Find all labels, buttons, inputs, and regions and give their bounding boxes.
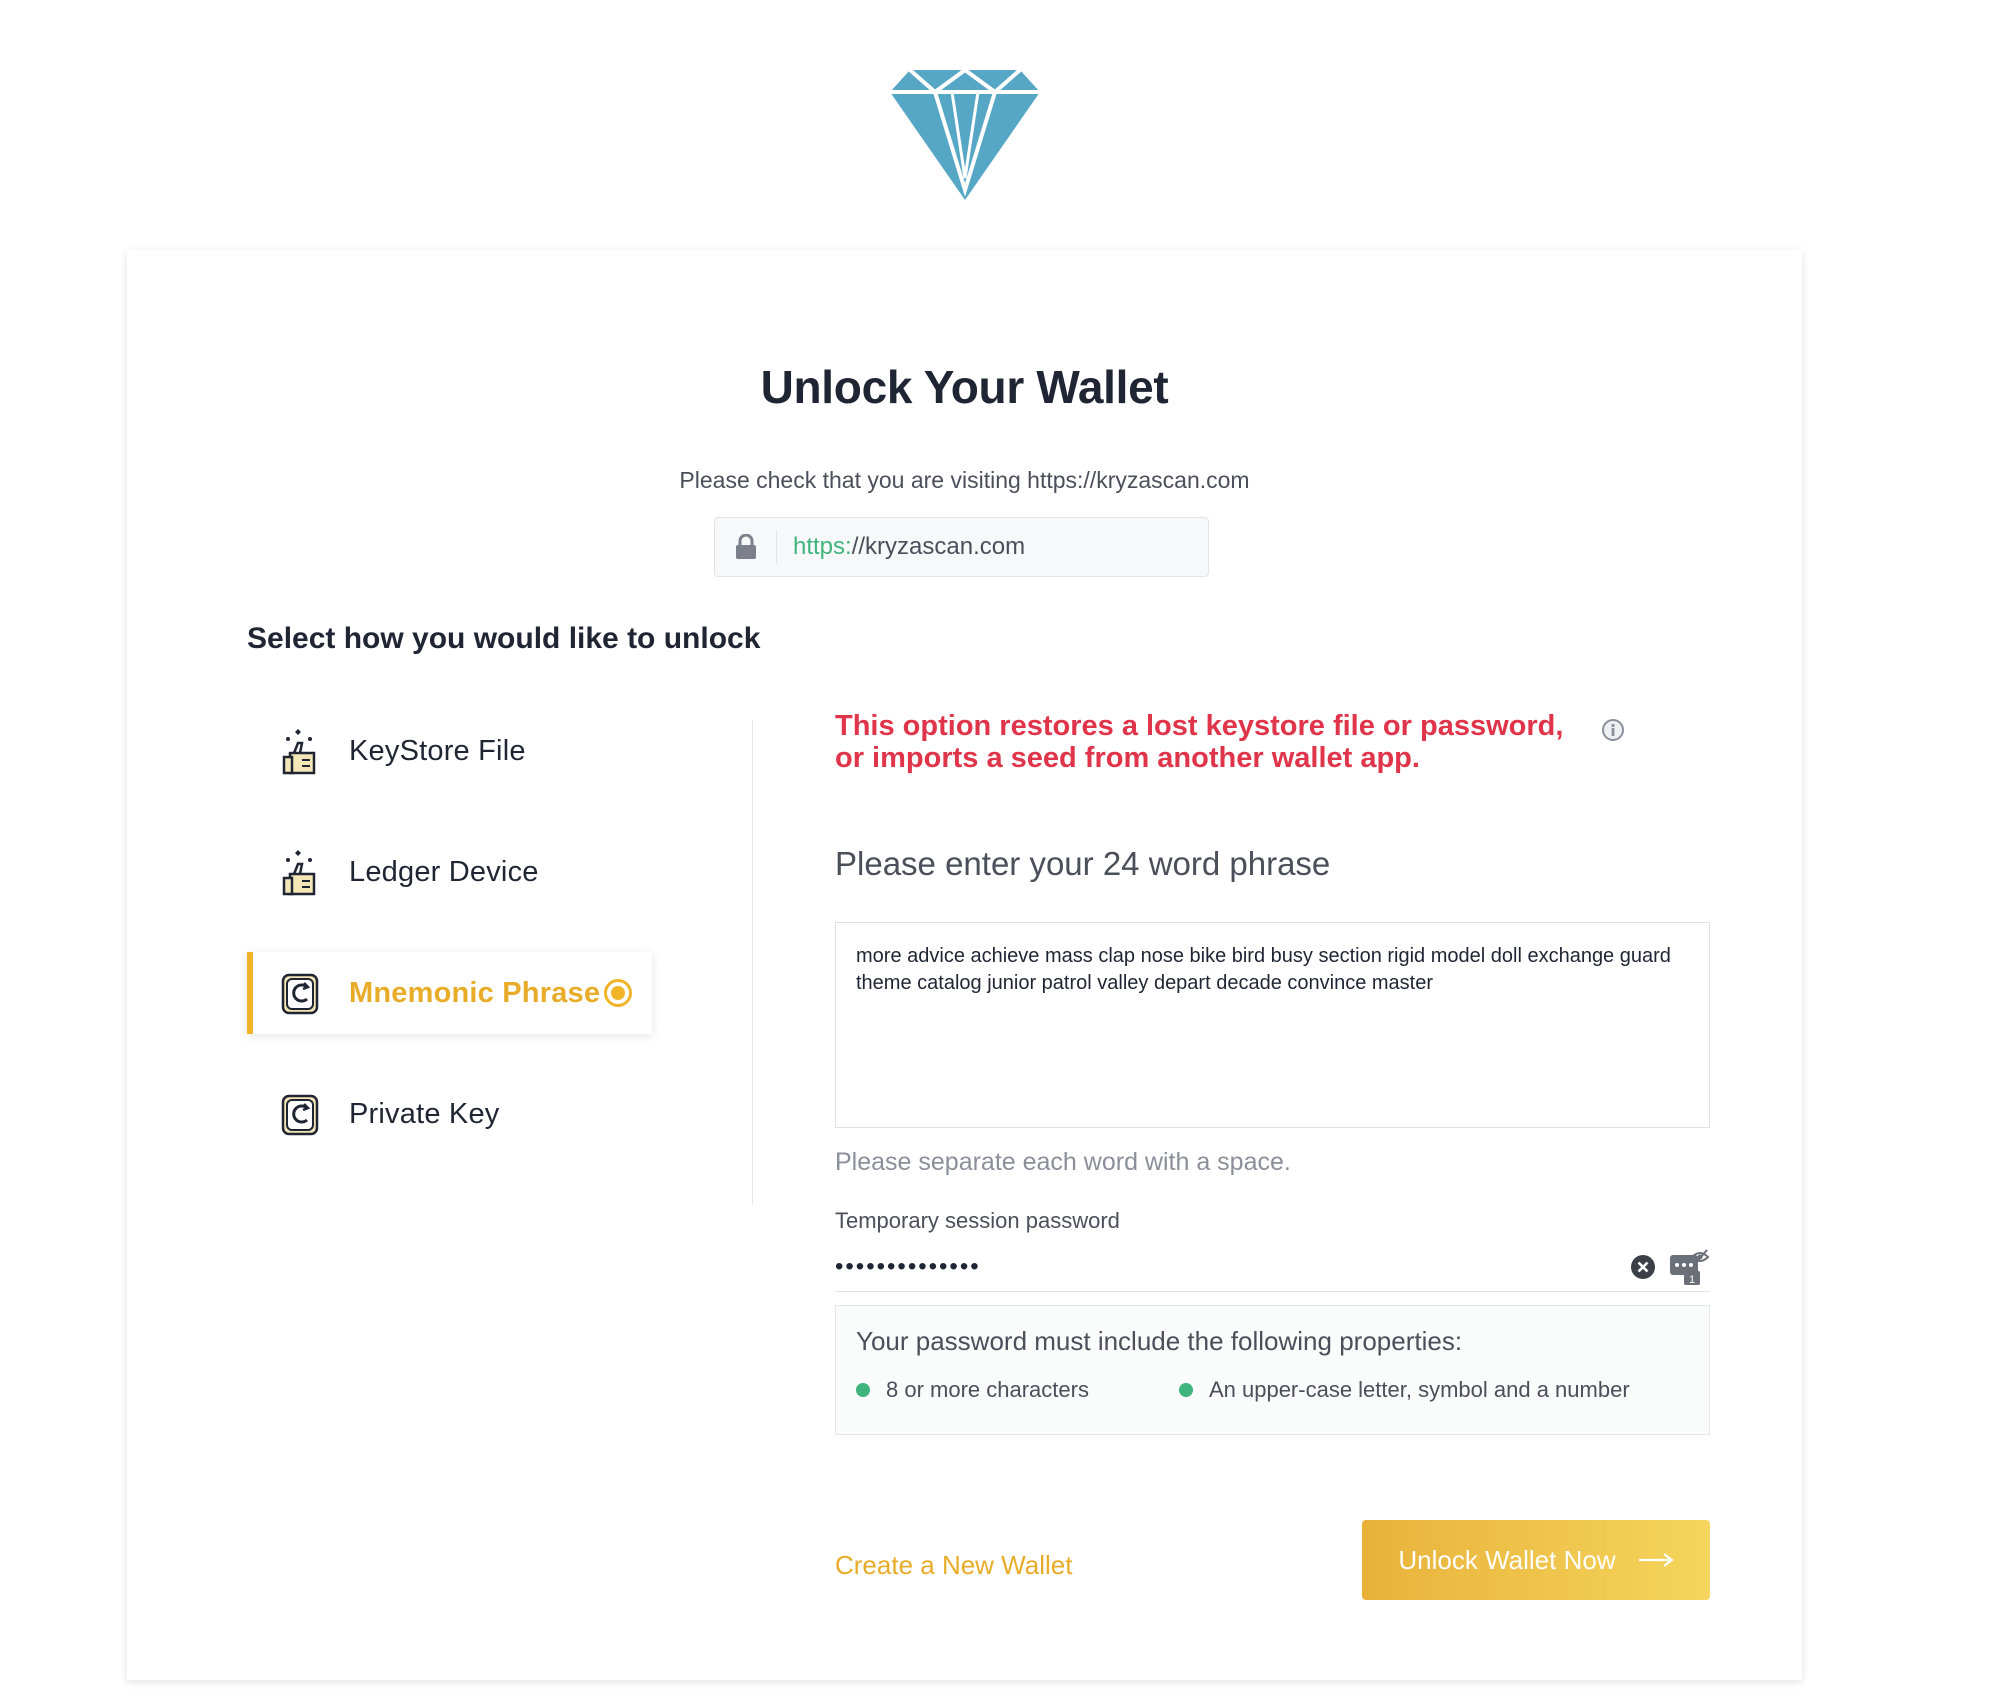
requirement-text: 8 or more characters [886,1377,1089,1402]
option-keystore-file[interactable]: KeyStore File [247,710,652,792]
session-password-input[interactable] [835,1246,1630,1287]
mnemonic-icon [280,971,320,1015]
option-mnemonic-phrase[interactable]: Mnemonic Phrase [247,952,652,1034]
page-title: Unlock Your Wallet [760,361,1169,413]
option-private-key[interactable]: Private Key [247,1073,652,1155]
svg-text:1: 1 [1689,1274,1695,1286]
select-method-label: Select how you would like to unlock [247,622,761,655]
option-label: KeyStore File [349,734,526,767]
unlock-options: KeyStore File Ledger Device Mnemonic Phr… [247,710,652,1194]
mnemonic-panel: This option restores a lost keystore fil… [835,710,1710,1600]
url-text: https://kryzascan.com [777,533,1025,561]
create-wallet-link[interactable]: Create a New Wallet [835,1550,1072,1581]
visit-note: Please check that you are visiting https… [679,467,1250,493]
warning-line-2: or imports a seed from another wallet ap… [835,742,1420,774]
check-dot-icon [1178,1383,1193,1397]
url-host: //kryzascan.com [851,533,1026,560]
warning-line-1: This option restores a lost keystore fil… [835,710,1564,742]
phrase-hint: Please separate each word with a space. [835,1148,1291,1176]
requirements-list: 8 or more characters An upper-case lette… [856,1377,1689,1403]
url-display: https://kryzascan.com [714,517,1209,577]
url-scheme: https: [793,533,852,560]
unlock-wallet-button[interactable]: Unlock Wallet Now [1362,1520,1710,1600]
unlock-card: Unlock Your Wallet Please check that you… [127,250,1802,1680]
password-label: Temporary session password [835,1208,1120,1233]
option-label: Private Key [349,1097,500,1130]
selected-radio-icon [604,979,632,1007]
option-label: Ledger Device [349,855,539,888]
requirements-title: Your password must include the following… [856,1326,1463,1356]
password-requirements: Your password must include the following… [835,1305,1710,1435]
phrase-label: Please enter your 24 word phrase [835,845,1331,882]
check-dot-icon [856,1383,870,1397]
lock-icon [715,530,777,564]
requirement-item: An upper-case letter, symbol and a numbe… [1178,1377,1630,1403]
arrow-right-icon [1638,1553,1674,1567]
info-icon[interactable] [1601,718,1625,742]
password-row: 1 [835,1242,1710,1292]
option-label: Mnemonic Phrase [349,976,601,1009]
mnemonic-phrase-input[interactable]: more advice achieve mass clap nose bike … [835,922,1710,1128]
password-manager-icon[interactable]: 1 [1668,1247,1710,1287]
option-ledger-device[interactable]: Ledger Device [247,831,652,913]
private-key-icon [280,1092,320,1136]
clear-icon[interactable] [1630,1254,1656,1280]
keystore-icon [280,729,320,775]
ledger-icon [280,850,320,896]
requirement-text: An upper-case letter, symbol and a numbe… [1208,1377,1630,1402]
diamond-logo [890,70,1040,200]
vertical-divider [752,720,753,1205]
unlock-button-label: Unlock Wallet Now [1398,1544,1616,1575]
restore-warning: This option restores a lost keystore fil… [835,710,1595,774]
requirement-item: 8 or more characters [856,1377,1089,1403]
